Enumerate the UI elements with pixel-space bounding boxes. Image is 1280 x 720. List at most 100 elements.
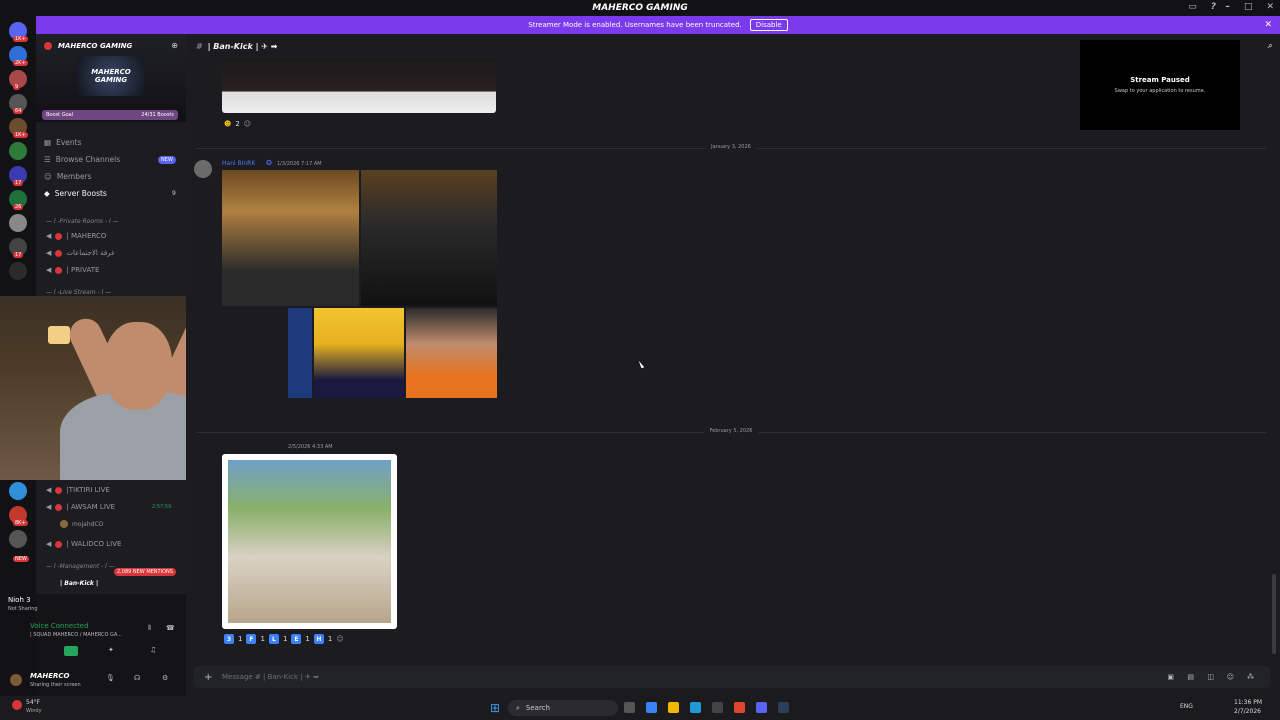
attach-plus-icon[interactable]: + — [204, 672, 212, 683]
category-management[interactable]: — l -Management - l — — [46, 563, 115, 570]
channel-maherco[interactable]: ◀ | MAHERCO — [46, 232, 106, 240]
weather-icon[interactable] — [12, 700, 22, 710]
server-header[interactable]: MAHERCO GAMING ⊕ MAHERCO GAMING Boost Go… — [36, 34, 186, 122]
channel-tiktiri[interactable]: ◀ |TIKTIRI LIVE — [46, 486, 110, 494]
channel-status-icon — [55, 266, 63, 274]
close-icon[interactable]: ✕ — [1264, 20, 1272, 30]
nav-members[interactable]: ☺ Members — [44, 172, 92, 181]
channel-title: | Ban-Kick | ✈ ➡ — [207, 41, 278, 51]
reaction-chip[interactable]: E — [291, 634, 302, 644]
gear-icon[interactable]: ⚙ — [162, 674, 168, 682]
speaker-icon: ◀ — [46, 232, 52, 240]
reaction-chip[interactable]: H — [313, 634, 324, 644]
message-timestamp: 1/3/2026 7:17 AM — [277, 161, 322, 167]
file-explorer-icon[interactable] — [668, 702, 679, 713]
stream-paused-subtitle: Swap to your application to resume. — [1114, 88, 1206, 94]
channel-awsam[interactable]: ◀ | AWSAM LIVE — [46, 503, 115, 511]
voice-member[interactable]: mojahdCO — [60, 520, 103, 528]
activities-icon[interactable]: ✦ — [108, 646, 114, 654]
message-composer[interactable]: + Message # | Ban-Kick | ✈ ➡ ▣ ▤ ◫ ☺ ⁂ — [194, 666, 1270, 688]
avatar[interactable] — [194, 160, 212, 178]
message-image[interactable] — [406, 308, 497, 398]
noise-suppression-icon[interactable]: ⦀ — [148, 624, 151, 633]
server-icon[interactable] — [9, 262, 27, 280]
language-indicator[interactable]: ENG — [1180, 703, 1193, 710]
channel-private[interactable]: ◀ | PRIVATE — [46, 266, 99, 274]
search-icon[interactable]: ⌕ — [1268, 41, 1272, 51]
taskbar-search[interactable]: ⌕ Search — [508, 700, 618, 716]
soundboard-icon[interactable]: ♫ — [150, 646, 156, 654]
close-window-button[interactable]: ✕ — [1266, 2, 1274, 12]
message-image[interactable] — [222, 58, 496, 113]
server-icon[interactable] — [9, 214, 27, 232]
voice-connected-label[interactable]: Voice Connected — [30, 622, 89, 630]
inbox-icon[interactable]: ▭ — [1188, 2, 1197, 12]
nav-browse-channels[interactable]: ☰ Browse Channels — [44, 155, 120, 164]
discord-icon[interactable] — [756, 702, 767, 713]
channel-label: غرفة الاجتماعات — [66, 249, 115, 257]
message-image[interactable] — [314, 308, 404, 398]
author-name[interactable]: Hani BinRK — [222, 160, 255, 167]
sticker-icon[interactable]: ◫ — [1207, 673, 1214, 681]
app-icon[interactable] — [712, 702, 723, 713]
members-icon: ☺ — [44, 172, 52, 181]
add-reaction-icon[interactable]: ☺ — [244, 120, 251, 128]
clock-time[interactable]: 11:36 PM — [1234, 699, 1262, 706]
invite-icon[interactable]: ⊕ — [171, 41, 178, 50]
server-icon[interactable] — [9, 482, 27, 500]
reaction-count: 1 — [305, 635, 310, 643]
disable-button[interactable]: Disable — [749, 19, 788, 31]
gif-icon[interactable]: ▤ — [1187, 673, 1194, 681]
app-icon[interactable] — [646, 702, 657, 713]
boost-goal-bar[interactable]: Boost Goal 24/31 Boosts — [42, 110, 178, 120]
headset-icon[interactable]: ☊ — [134, 674, 140, 682]
speaker-icon: ◀ — [46, 266, 52, 274]
nav-server-boosts[interactable]: ◆ Server Boosts — [44, 189, 107, 198]
server-icon[interactable] — [9, 142, 27, 160]
username[interactable]: MAHERCO — [30, 672, 70, 680]
guild-badge: 1K+ — [13, 132, 28, 138]
server-name[interactable]: MAHERCO GAMING — [58, 42, 132, 50]
hash-icon: # — [196, 41, 202, 51]
steam-icon[interactable] — [778, 702, 789, 713]
maximize-button[interactable]: □ — [1244, 2, 1253, 12]
nav-events[interactable]: ▦ Events — [44, 138, 82, 147]
message-image[interactable] — [361, 170, 497, 306]
scrollbar[interactable] — [1272, 574, 1276, 654]
reaction-chip[interactable]: 3 — [224, 634, 234, 644]
category-live-stream[interactable]: — l -Live Stream - l — — [46, 289, 111, 296]
reaction-count: 1 — [282, 635, 288, 643]
search-icon: ⌕ — [516, 703, 520, 712]
reaction-chip[interactable]: F — [246, 634, 257, 644]
channel-status-icon — [55, 232, 63, 240]
server-logo: MAHERCO GAMING — [78, 56, 144, 96]
emoji-icon[interactable]: ☺ — [1227, 673, 1234, 681]
streamer-mode-banner: Streamer Mode is enabled. Usernames have… — [36, 16, 1280, 34]
message-image[interactable] — [288, 308, 312, 398]
message-image[interactable] — [222, 454, 397, 629]
apps-icon[interactable]: ⁂ — [1247, 673, 1254, 681]
new-mentions-badge[interactable]: 2,089 NEW MENTIONS — [114, 568, 176, 576]
edge-icon[interactable] — [690, 702, 701, 713]
emoji-reaction-icon[interactable]: ☻ — [224, 120, 231, 128]
server-icon[interactable] — [9, 530, 27, 548]
chrome-icon[interactable] — [734, 702, 745, 713]
video-button[interactable] — [64, 646, 78, 656]
user-avatar[interactable] — [10, 674, 22, 686]
message-image[interactable] — [222, 170, 359, 306]
current-voice-channel[interactable]: | Ban-Kick | — [60, 580, 98, 587]
clock-date[interactable]: 2/7/2026 — [1234, 708, 1261, 715]
disconnect-icon[interactable]: ☎ — [166, 624, 175, 632]
help-icon[interactable]: ? — [1211, 2, 1216, 12]
add-reaction-icon[interactable]: ☺ — [336, 635, 343, 643]
channel-arabic-room[interactable]: ◀ غرفة الاجتماعات — [46, 249, 115, 257]
mic-icon[interactable]: 🎙 — [106, 674, 115, 682]
task-view-icon[interactable] — [624, 702, 635, 713]
windows-start-icon[interactable]: ⊞ — [490, 701, 500, 715]
category-private-rooms[interactable]: — l -Private Rooms - l — — [46, 218, 119, 225]
channel-label: | AWSAM LIVE — [66, 503, 116, 511]
gift-icon[interactable]: ▣ — [1167, 673, 1174, 681]
reaction-chip[interactable]: L — [268, 634, 279, 644]
channel-walidco[interactable]: ◀ | WALIDCO LIVE — [46, 540, 121, 548]
minimize-button[interactable]: – — [1225, 2, 1230, 12]
